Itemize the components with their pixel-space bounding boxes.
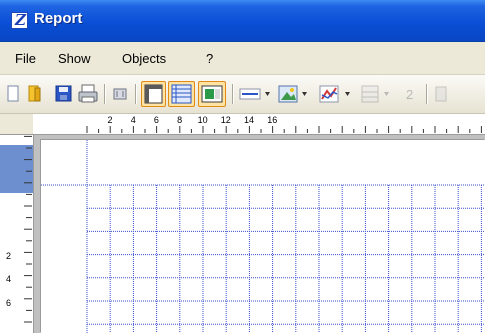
menu-bar: File Show Objects ? — [0, 42, 485, 75]
insert-image-dropdown[interactable] — [277, 83, 311, 105]
horizontal-ruler: 2 4 6 8 10 12 14 16 — [0, 114, 485, 135]
save-disk-icon — [55, 85, 72, 102]
grid-toggle-button[interactable] — [168, 81, 195, 107]
overflow-button[interactable] — [434, 83, 448, 105]
ruler-label: 6 — [153, 115, 159, 125]
rulers-toggle-button[interactable] — [141, 81, 166, 107]
save-button[interactable] — [55, 83, 73, 105]
svg-text:2: 2 — [406, 87, 413, 102]
line-style-icon — [239, 88, 270, 100]
app-logo-icon: Z — [11, 11, 28, 29]
design-area: 2 4 6 8 10 12 14 16 2 4 6 — [0, 114, 485, 333]
ruler-label: 4 — [130, 115, 136, 125]
print-icon — [78, 84, 98, 103]
insert-image-icon — [278, 85, 307, 103]
insert-chart-dropdown[interactable] — [318, 83, 354, 105]
page-number-icon: 2 — [406, 87, 413, 102]
rulers-icon — [144, 84, 163, 104]
line-style-dropdown[interactable] — [238, 83, 272, 105]
page-setup-icon — [113, 88, 127, 100]
insert-table-dropdown[interactable] — [360, 83, 394, 105]
page-number-button[interactable]: 2 — [400, 83, 420, 105]
page-setup-button[interactable] — [110, 83, 130, 105]
ruler-label: 8 — [177, 115, 183, 125]
open-button[interactable] — [25, 83, 45, 105]
print-button[interactable] — [77, 83, 99, 105]
table-icon — [361, 85, 389, 103]
insert-chart-icon — [319, 85, 350, 103]
toggle-area-icon — [201, 85, 223, 103]
ruler-label: 12 — [220, 115, 231, 125]
design-grid — [41, 140, 485, 333]
ruler-label: 2 — [107, 115, 113, 125]
horizontal-ruler-ticks — [86, 126, 482, 133]
grid-icon — [171, 84, 192, 104]
toolbar-separator — [104, 84, 106, 104]
title-bar[interactable]: Z Report — [0, 0, 485, 42]
ruler-label: 10 — [197, 115, 208, 125]
new-page-icon — [7, 85, 19, 102]
vertical-ruler: 2 4 6 — [0, 135, 34, 333]
new-page-button[interactable] — [6, 83, 20, 105]
menu-help[interactable]: ? — [206, 51, 213, 66]
area-toggle-button[interactable] — [198, 81, 226, 107]
ruler-label: 16 — [267, 115, 278, 125]
window-title: Report — [34, 10, 83, 27]
toolbar-separator — [426, 84, 428, 104]
toolbar-separator — [135, 84, 137, 104]
menu-file[interactable]: File — [15, 51, 36, 66]
ruler-label: 2 — [6, 251, 12, 262]
ruler-label: 14 — [244, 115, 255, 125]
report-page[interactable] — [41, 140, 485, 333]
vertical-ruler-ticks — [24, 135, 32, 323]
toolbar-separator — [232, 84, 234, 104]
open-folder-icon — [28, 85, 41, 102]
chevron-right-icon — [435, 86, 447, 102]
menu-objects[interactable]: Objects — [122, 51, 166, 66]
ruler-label: 6 — [6, 297, 12, 308]
ruler-label: 4 — [6, 274, 12, 285]
menu-show[interactable]: Show — [58, 51, 91, 66]
toolbar: 2 — [0, 75, 485, 114]
